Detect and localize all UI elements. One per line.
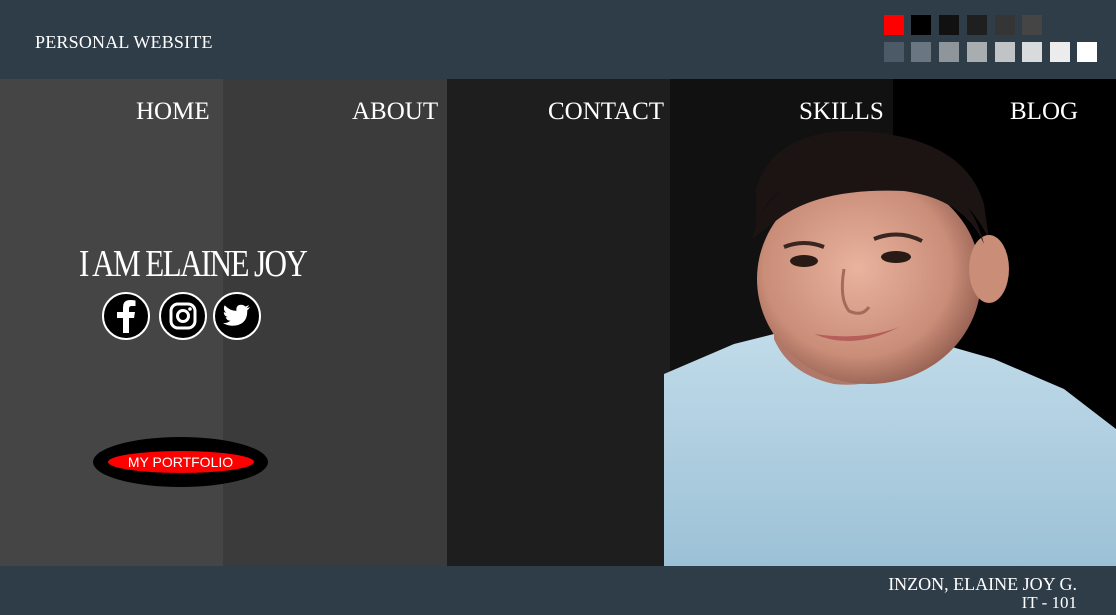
palette-swatch xyxy=(939,42,959,62)
palette-swatch xyxy=(1022,15,1042,35)
palette-swatch xyxy=(939,15,959,35)
palette-swatch xyxy=(911,42,931,62)
hero-section: HOME ABOUT CONTACT SKILLS BLOG I AM ELAI… xyxy=(0,79,1116,566)
palette-swatch xyxy=(1050,42,1070,62)
palette-swatch xyxy=(1022,42,1042,62)
header: PERSONAL WEBSITE xyxy=(0,0,1116,79)
column-panel xyxy=(447,79,670,566)
palette-swatch xyxy=(884,42,904,62)
author-name: INZON, ELAINE JOY G. xyxy=(888,574,1077,594)
palette-swatch xyxy=(884,15,904,35)
palette-swatch xyxy=(1077,42,1097,62)
footer: INZON, ELAINE JOY G. IT - 101 xyxy=(0,566,1116,615)
twitter-icon xyxy=(223,304,250,326)
facebook-link[interactable] xyxy=(102,292,150,340)
instagram-icon xyxy=(169,302,197,330)
instagram-link[interactable] xyxy=(159,292,207,340)
profile-photo xyxy=(664,130,1116,566)
palette-swatch xyxy=(967,15,987,35)
nav-contact[interactable]: CONTACT xyxy=(548,98,664,126)
color-palette xyxy=(0,0,1116,79)
palette-swatch xyxy=(967,42,987,62)
portfolio-button-label: MY PORTFOLIO xyxy=(107,451,254,473)
hero-headline: I AM ELAINE JOY xyxy=(79,243,308,285)
nav-about[interactable]: ABOUT xyxy=(352,98,438,126)
author-section: IT - 101 xyxy=(1021,593,1077,612)
nav-home[interactable]: HOME xyxy=(136,98,210,126)
palette-swatch xyxy=(911,15,931,35)
twitter-link[interactable] xyxy=(213,292,261,340)
nav-blog[interactable]: BLOG xyxy=(1010,98,1078,126)
facebook-icon xyxy=(117,300,136,333)
nav-skills[interactable]: SKILLS xyxy=(799,98,884,126)
portfolio-button[interactable]: MY PORTFOLIO xyxy=(93,437,268,487)
palette-swatch xyxy=(995,42,1015,62)
palette-swatch xyxy=(995,15,1015,35)
